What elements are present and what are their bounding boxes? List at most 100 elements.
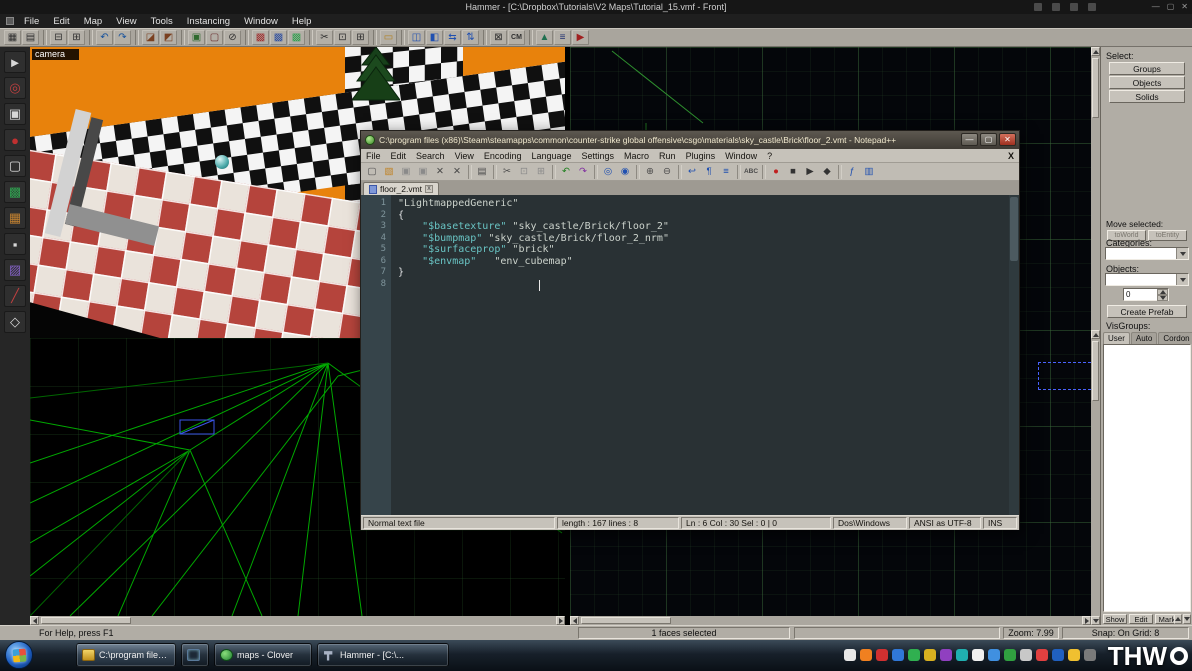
tray-icon[interactable]: [988, 649, 1000, 661]
texture-application-tool-icon[interactable]: ▩: [4, 181, 26, 203]
hide-unselected-icon[interactable]: ▩: [270, 30, 287, 45]
scrollbar-thumb[interactable]: [1010, 197, 1018, 261]
ignore-groups-icon[interactable]: ⊘: [224, 30, 241, 45]
scroll-right-icon[interactable]: [556, 616, 565, 625]
spinner-down-icon[interactable]: [1157, 295, 1168, 301]
menu-macro[interactable]: Macro: [619, 151, 654, 161]
scroll-up-icon[interactable]: [1091, 47, 1100, 56]
show-all-icon[interactable]: ▩: [288, 30, 305, 45]
menu-map[interactable]: Map: [77, 16, 109, 27]
categories-dropdown[interactable]: [1105, 247, 1189, 260]
scroll-left-icon[interactable]: [570, 616, 579, 625]
displacement-icon[interactable]: ▲: [536, 30, 553, 45]
scroll-right-icon[interactable]: [1082, 616, 1091, 625]
toggle-grid-icon[interactable]: ▦: [4, 30, 21, 45]
function-list-icon[interactable]: ƒ: [844, 164, 860, 179]
tray-icon[interactable]: [940, 649, 952, 661]
menu-file[interactable]: File: [17, 16, 46, 27]
tray-icon[interactable]: [1068, 649, 1080, 661]
copy-icon[interactable]: ⊡: [516, 164, 532, 179]
redo-icon[interactable]: ↷: [575, 164, 591, 179]
entity-report-icon[interactable]: ≡: [554, 30, 571, 45]
group-icon[interactable]: ▣: [188, 30, 205, 45]
horizontal-scrollbar[interactable]: [570, 616, 1091, 625]
vertical-scrollbar[interactable]: [1091, 47, 1100, 330]
select-inside-icon[interactable]: ◧: [426, 30, 443, 45]
cut-icon[interactable]: ✂: [316, 30, 333, 45]
tray-icon[interactable]: [1052, 649, 1064, 661]
button-solids[interactable]: Solids: [1109, 90, 1185, 103]
scrollbar-thumb[interactable]: [581, 617, 671, 624]
taskbar-button[interactable]: maps - Clover: [214, 643, 312, 667]
save-macro-icon[interactable]: ◆: [819, 164, 835, 179]
camera-tool-icon[interactable]: ▣: [4, 103, 26, 125]
close-all-icon[interactable]: ✕: [449, 164, 465, 179]
vertical-scrollbar[interactable]: [1091, 330, 1100, 625]
menu-encoding[interactable]: Encoding: [479, 151, 527, 161]
copy-icon[interactable]: ⊡: [334, 30, 351, 45]
menu-file[interactable]: File: [361, 151, 386, 161]
entity-tool-icon[interactable]: ●: [4, 129, 26, 151]
find-icon[interactable]: ◎: [600, 164, 616, 179]
dropdown-arrow-icon[interactable]: [1176, 274, 1188, 285]
undo-icon[interactable]: ↶: [558, 164, 574, 179]
word-wrap-icon[interactable]: ↩: [684, 164, 700, 179]
tray-icon[interactable]: [1020, 649, 1032, 661]
menu-view[interactable]: View: [450, 151, 479, 161]
editor-scrollbar[interactable]: [1009, 195, 1019, 515]
menu-settings[interactable]: Settings: [577, 151, 620, 161]
tray-icon[interactable]: [1084, 649, 1096, 661]
paste-icon[interactable]: ⊞: [533, 164, 549, 179]
decal-tool-icon[interactable]: ▪: [4, 233, 26, 255]
record-macro-icon[interactable]: ●: [768, 164, 784, 179]
tray-icon[interactable]: [972, 649, 984, 661]
close-file-icon[interactable]: ✕: [432, 164, 448, 179]
create-prefab-button[interactable]: Create Prefab: [1107, 305, 1187, 318]
menu-window[interactable]: Window: [720, 151, 762, 161]
redo-icon[interactable]: ↷: [114, 30, 131, 45]
close-icon[interactable]: ✕: [999, 133, 1016, 146]
scroll-down-icon[interactable]: [1091, 616, 1100, 625]
flip-vertical-icon[interactable]: ⇅: [462, 30, 479, 45]
horizontal-scrollbar[interactable]: [30, 616, 565, 625]
taskbar-button[interactable]: [181, 643, 209, 667]
save-all-icon[interactable]: ▣: [415, 164, 431, 179]
select-touching-icon[interactable]: ◫: [408, 30, 425, 45]
menu-window[interactable]: Window: [237, 16, 285, 27]
save-file-icon[interactable]: ▣: [398, 164, 414, 179]
smaller-grid-icon[interactable]: ⊟: [50, 30, 67, 45]
block-tool-icon[interactable]: ▢: [4, 155, 26, 177]
tab-close-icon[interactable]: x: [425, 185, 434, 193]
scroll-up-icon[interactable]: [1091, 330, 1100, 339]
hide-selected-icon[interactable]: ▩: [252, 30, 269, 45]
scroll-down-icon[interactable]: [1183, 614, 1191, 624]
menu-help[interactable]: Help: [285, 16, 319, 27]
tray-icon[interactable]: [924, 649, 936, 661]
button-show[interactable]: Show: [1103, 614, 1127, 624]
carve-icon[interactable]: ◪: [142, 30, 159, 45]
larger-grid-icon[interactable]: ⊞: [68, 30, 85, 45]
indent-guide-icon[interactable]: ≡: [718, 164, 734, 179]
object-count-spinner[interactable]: 0: [1123, 288, 1169, 301]
make-hollow-icon[interactable]: ◩: [160, 30, 177, 45]
show-all-characters-icon[interactable]: ¶: [701, 164, 717, 179]
viewport-camera-label[interactable]: camera: [32, 49, 80, 60]
cordon-icon[interactable]: ▭: [380, 30, 397, 45]
texture-lock-icon[interactable]: ⊠: [490, 30, 507, 45]
close-icon[interactable]: ✕: [1181, 2, 1188, 12]
spell-check-icon[interactable]: ABC: [743, 164, 759, 179]
menu-view[interactable]: View: [109, 16, 143, 27]
visgroup-tab-auto[interactable]: Auto: [1130, 332, 1158, 344]
flip-horizontal-icon[interactable]: ⇆: [444, 30, 461, 45]
document-close-icon[interactable]: X: [1008, 149, 1014, 163]
tray-icon[interactable]: [1004, 649, 1016, 661]
stop-macro-icon[interactable]: ■: [785, 164, 801, 179]
replace-icon[interactable]: ◉: [617, 164, 633, 179]
code-editor[interactable]: 1 "LightmappedGeneric" 2{3 "$basetexture" …: [361, 195, 1019, 515]
objects-dropdown[interactable]: [1105, 273, 1189, 286]
clipping-tool-icon[interactable]: ╱: [4, 285, 26, 307]
apply-texture-tool-icon[interactable]: ▦: [4, 207, 26, 229]
tray-icon[interactable]: [956, 649, 968, 661]
menu-instancing[interactable]: Instancing: [180, 16, 237, 27]
menu-edit[interactable]: Edit: [386, 151, 412, 161]
